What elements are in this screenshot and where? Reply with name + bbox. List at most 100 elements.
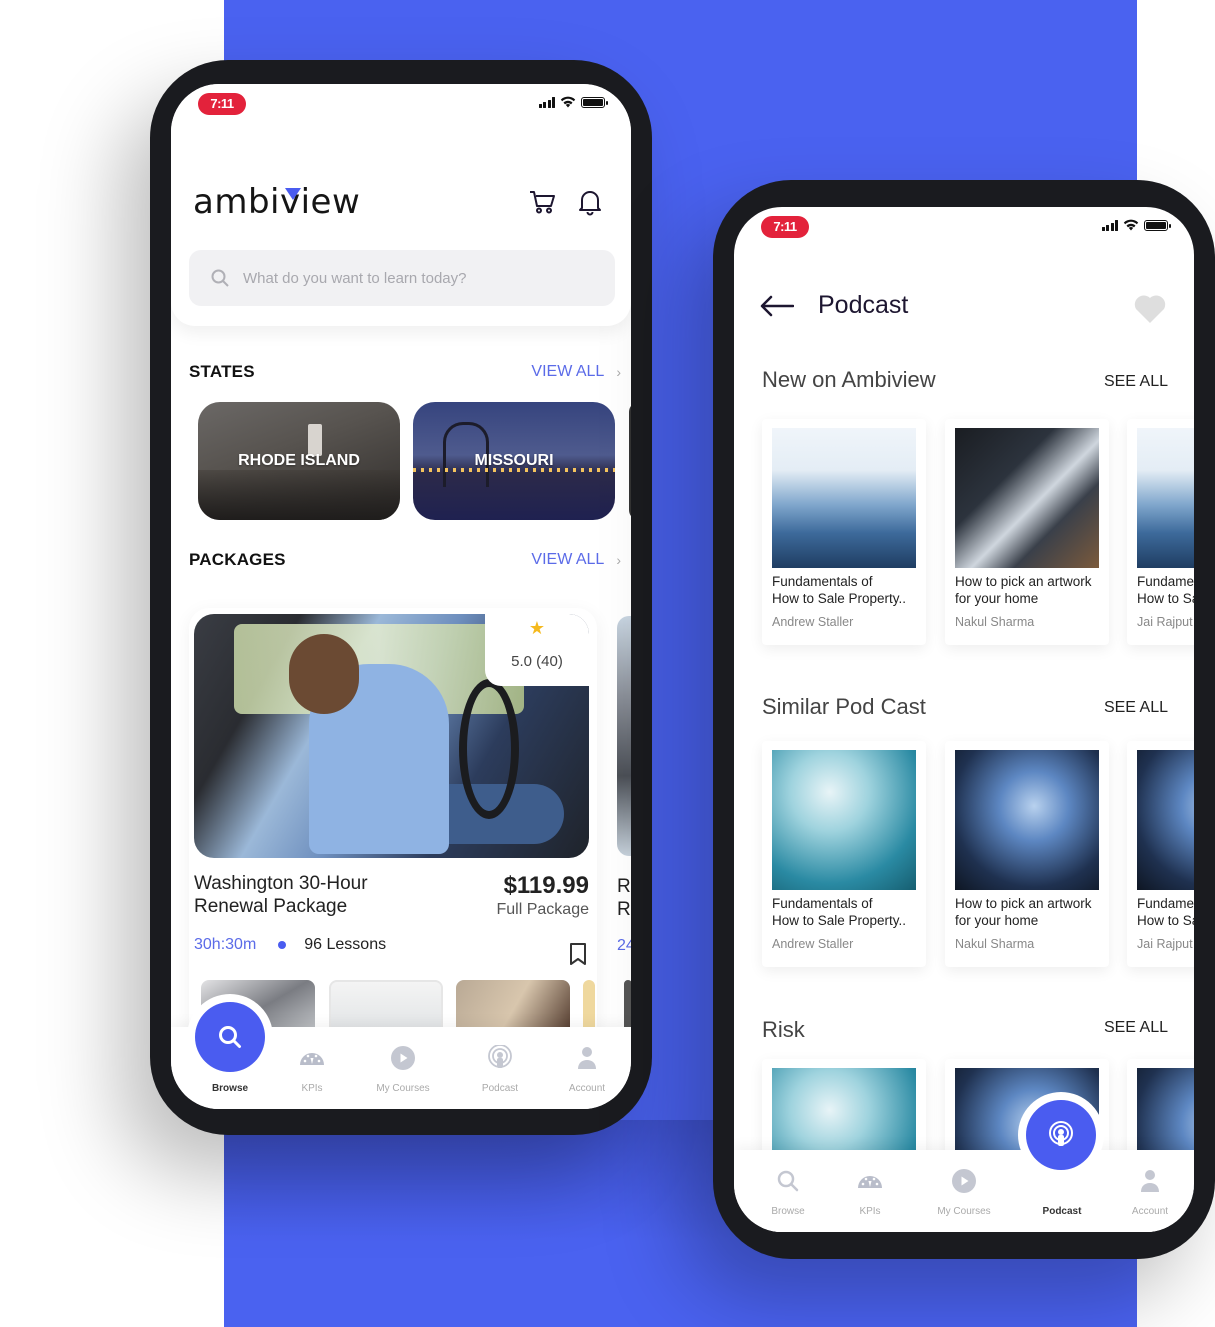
podcast-title: Fundamentals ofHow to Sale Property.. — [772, 896, 907, 928]
podcast-card[interactable]: Fundamentals of How to Sale Property.. An… — [762, 419, 926, 645]
search-bar[interactable] — [189, 250, 615, 306]
podcast-author: Jai Rajput — [1137, 615, 1193, 629]
states-view-all-link[interactable]: VIEW ALL › — [531, 363, 621, 381]
play-icon — [391, 1046, 415, 1070]
peek-meta: 24 — [617, 937, 631, 954]
podcast-author: Nakul Sharma — [955, 937, 1035, 951]
rating-badge: ★ 5.0 (40) — [485, 614, 589, 686]
podcast-icon — [1049, 1121, 1073, 1146]
signal-icon — [1101, 219, 1118, 231]
signal-icon — [538, 96, 555, 108]
nav-my-courses[interactable]: My Courses — [919, 1150, 1009, 1232]
packages-section-header: PACKAGES VIEW ALL › — [189, 550, 621, 570]
ambiview-logo: ambiview — [193, 182, 360, 222]
podcast-card[interactable]: Fundamentals ofHow to Sale Property.. Ja… — [1127, 741, 1194, 967]
nav-label: Browse — [771, 1206, 805, 1217]
nav-podcast[interactable]: Podcast — [455, 1027, 545, 1109]
status-bar: 7:11 — [734, 207, 1194, 247]
section-title: Risk — [762, 1017, 805, 1042]
state-label: RHODE ISLAND — [238, 452, 360, 469]
podcast-title: How to pick an artwork for your home — [955, 574, 1092, 606]
search-icon — [211, 269, 229, 287]
nav-my-courses[interactable]: My Courses — [358, 1027, 448, 1109]
podcast-card[interactable]: How to pick an artwork for your home Naku… — [945, 741, 1109, 967]
nav-kpis[interactable]: KPIs — [267, 1027, 357, 1109]
status-icons — [1101, 219, 1171, 231]
podcast-author: Jai Rajput — [1137, 937, 1193, 951]
user-icon — [578, 1047, 596, 1069]
nav-label: Account — [568, 1083, 606, 1094]
nav-kpis[interactable]: KPIs — [825, 1150, 915, 1232]
package-image: ★ 5.0 (40) — [194, 614, 589, 858]
logo-text: ambiview — [193, 182, 361, 222]
bookmark-icon[interactable] — [569, 942, 587, 966]
nav-label: Account — [1131, 1206, 1169, 1217]
package-meta: 30h:30m 96 Lessons — [194, 936, 386, 954]
podcast-fab-button[interactable] — [1026, 1100, 1096, 1170]
bell-icon[interactable] — [575, 186, 605, 216]
status-time: 7:11 — [761, 216, 809, 238]
podcast-header: Podcast — [760, 291, 908, 320]
header-actions — [527, 186, 605, 216]
gauge-icon — [300, 1053, 324, 1065]
package-title: Washington 30-Hour Renewal Package — [194, 873, 368, 917]
view-all-label: VIEW ALL — [531, 551, 605, 568]
status-bar: 7:11 — [171, 84, 631, 124]
podcast-card[interactable]: Fundamentals of How to Sale Property.. An… — [762, 741, 926, 967]
podcast-thumbnail — [772, 750, 916, 890]
logo-triangle-icon — [285, 188, 301, 200]
see-all-link[interactable]: SEE ALL — [1104, 373, 1168, 391]
states-title: STATES — [189, 362, 255, 381]
wifi-icon — [560, 96, 576, 108]
nav-browse[interactable]: Browse — [743, 1150, 833, 1232]
podcast-author: Andrew Staller — [772, 615, 854, 629]
rating-value: 5.0 (40) — [511, 653, 563, 670]
phone-browse: 7:11 ambiview STATES — [150, 60, 652, 1135]
peek-title-line: R — [617, 876, 631, 897]
packages-view-all-link[interactable]: VIEW ALL › — [531, 551, 621, 569]
heart-icon[interactable] — [1132, 291, 1168, 325]
search-icon — [219, 1026, 241, 1048]
podcast-author: Andrew Staller — [772, 937, 854, 951]
status-time: 7:11 — [198, 93, 246, 115]
nav-label: Podcast — [1042, 1206, 1082, 1217]
podcast-card[interactable]: Fundamentals ofHow to Sale Property.. Ja… — [1127, 419, 1194, 645]
search-input[interactable] — [243, 269, 583, 287]
back-arrow-icon[interactable] — [760, 295, 794, 317]
state-card-missouri[interactable]: MISSOURI — [413, 402, 615, 520]
nav-account[interactable]: Account — [1105, 1150, 1194, 1232]
state-card-rhode-island[interactable]: RHODE ISLAND — [198, 402, 400, 520]
battery-icon — [581, 96, 608, 108]
status-icons — [538, 96, 608, 108]
see-all-link[interactable]: SEE ALL — [1104, 1019, 1168, 1037]
page-title: Podcast — [818, 291, 909, 319]
state-label: MISSOURI — [474, 452, 554, 469]
podcast-author: Nakul Sharma — [955, 615, 1035, 629]
states-section-header: STATES VIEW ALL › — [189, 362, 621, 382]
section-title: New on Ambiview — [762, 367, 936, 392]
browse-screen: 7:11 ambiview STATES — [171, 84, 631, 1109]
chevron-right-icon: › — [616, 364, 621, 380]
podcast-card[interactable]: How to pick an artwork for your home Naku… — [945, 419, 1109, 645]
package-card-peek[interactable] — [617, 616, 631, 856]
play-icon — [952, 1169, 976, 1193]
cart-icon[interactable] — [527, 186, 557, 216]
package-duration: 30h:30m — [194, 936, 257, 953]
peek-title-line: R — [617, 899, 631, 920]
podcast-thumbnail — [955, 750, 1099, 890]
podcast-title: Fundamentals ofHow to Sale Property.. — [1137, 574, 1194, 606]
phone-podcast: 7:11 Podcast New on Ambiview SEE ALL Fun… — [713, 180, 1215, 1259]
nav-label: My Courses — [937, 1206, 991, 1217]
see-all-link[interactable]: SEE ALL — [1104, 699, 1168, 717]
nav-label: KPIs — [301, 1083, 323, 1094]
package-price-label: Full Package — [496, 901, 590, 918]
browse-fab-button[interactable] — [195, 1002, 265, 1072]
state-card-peek[interactable] — [629, 402, 631, 520]
podcast-thumbnail — [772, 428, 916, 568]
browse-header: 7:11 ambiview — [171, 84, 631, 326]
podcast-thumbnail — [1137, 428, 1194, 568]
user-icon — [1141, 1170, 1159, 1192]
nav-label: My Courses — [376, 1083, 430, 1094]
podcast-screen: 7:11 Podcast New on Ambiview SEE ALL Fun… — [734, 207, 1194, 1232]
nav-account[interactable]: Account — [542, 1027, 631, 1109]
